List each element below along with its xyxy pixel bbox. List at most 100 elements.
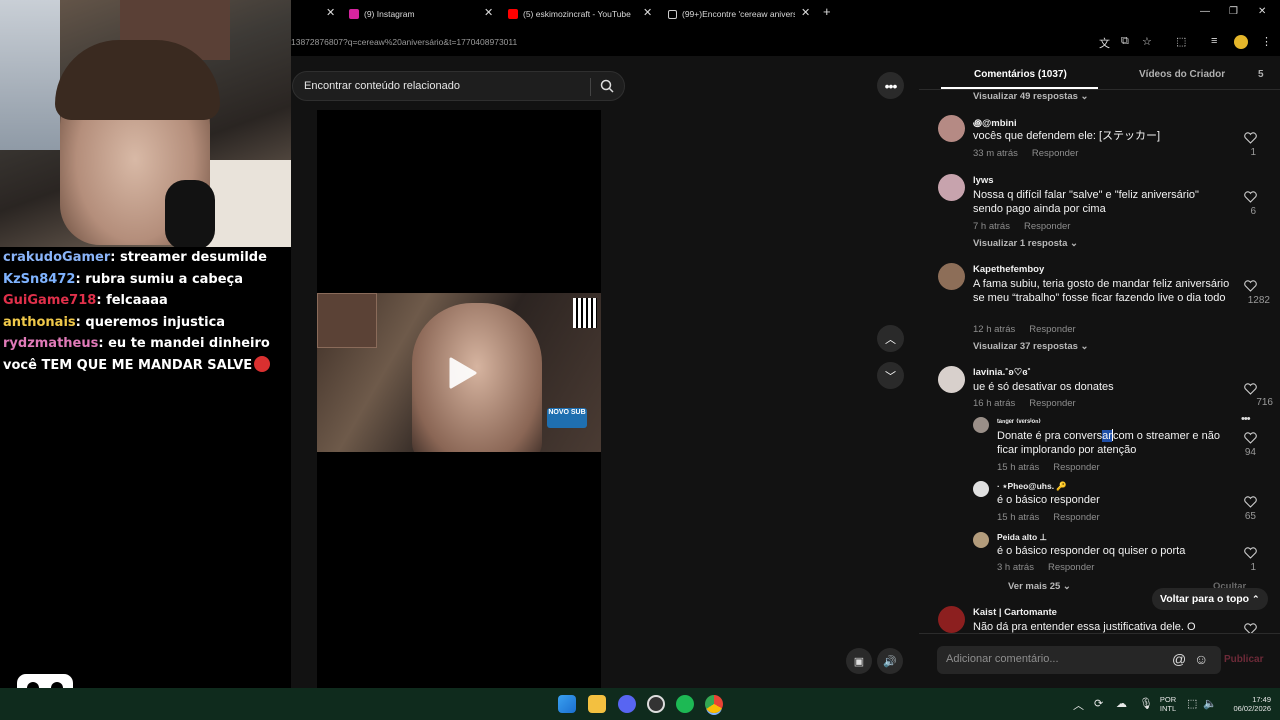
taskbar (0, 688, 1280, 720)
mic-icon[interactable]: 🎙 (1139, 697, 1153, 710)
cast-icon[interactable]: ⧉ (1121, 35, 1129, 48)
reply-button[interactable]: Responder (1053, 512, 1099, 523)
divider (590, 78, 591, 96)
view-replies-link[interactable]: Visualizar 1 resposta ⌄ (973, 238, 1078, 249)
microphone (165, 180, 215, 247)
view-replies-link[interactable]: Visualizar 37 respostas ⌄ (973, 341, 1089, 352)
like-icon[interactable] (1244, 383, 1257, 395)
like-icon[interactable] (1244, 191, 1257, 203)
spotify-icon[interactable] (676, 695, 694, 713)
restore-icon[interactable]: ❐ (1229, 6, 1238, 17)
reply-username[interactable]: · ⋆Pheo@uhs. 🔑 (997, 481, 1067, 492)
tab-close-icon[interactable]: ✕ (484, 6, 493, 19)
minimize-icon[interactable]: — (1200, 6, 1210, 17)
cloud-icon[interactable]: ☁ (1116, 697, 1127, 710)
comment-username[interactable]: ꩜@mbini (973, 116, 1017, 130)
more-options-button[interactable]: ••• (877, 72, 904, 99)
profile-avatar[interactable] (1234, 35, 1248, 49)
app-icon[interactable] (647, 695, 665, 713)
tab-creator-videos[interactable]: Vídeos do Criador (1139, 69, 1225, 80)
like-icon[interactable] (1244, 432, 1257, 444)
more-options-icon[interactable]: ••• (1241, 413, 1251, 425)
url-text[interactable]: 13872876807?q=cereaw%20aniversário&t=177… (291, 37, 517, 47)
search-box[interactable]: Encontrar conteúdo relacionado (292, 71, 625, 101)
next-video-button[interactable]: ﹀ (877, 362, 904, 389)
tab-comments[interactable]: Comentários (1037) (974, 69, 1067, 80)
sync-icon[interactable]: ⟳ (1094, 697, 1103, 710)
comment-username[interactable]: lavinia.˚ʚ♡ɞ˚ (973, 367, 1031, 378)
reply-button[interactable]: Responder (1048, 562, 1094, 573)
volume-tray-icon[interactable]: 🔈 (1203, 697, 1217, 710)
extensions-icon[interactable]: ⬚ (1176, 35, 1186, 48)
discord-icon[interactable] (618, 695, 636, 713)
tab-youtube[interactable]: (5) eskimozincraft - YouTube (508, 5, 638, 23)
tab-instagram[interactable]: (9) Instagram (349, 5, 479, 23)
media-icon[interactable]: ≡ (1211, 35, 1217, 47)
previous-video-button[interactable]: ︿ (877, 325, 904, 352)
like-count: 94 (1244, 447, 1256, 458)
tab-close-icon[interactable]: ✕ (643, 6, 652, 19)
avatar[interactable] (938, 174, 965, 201)
reply-username[interactable]: Peida alto ⊥ (997, 532, 1047, 543)
tab-extra[interactable]: 5 (1258, 69, 1264, 80)
webcam-feed (0, 0, 291, 247)
comment-placeholder[interactable]: Adicionar comentário... (946, 653, 1059, 665)
input-language[interactable]: POR INTL (1154, 695, 1182, 713)
volume-icon[interactable]: 🔊 (877, 648, 903, 674)
tab-close-icon[interactable]: ✕ (326, 6, 335, 19)
menu-kebab-icon[interactable]: ⋮ (1261, 35, 1272, 48)
reply-button[interactable]: Responder (1029, 398, 1075, 409)
like-icon[interactable] (1244, 623, 1257, 633)
avatar[interactable] (973, 532, 989, 548)
search-icon[interactable] (599, 78, 615, 94)
view-more-replies-link[interactable]: Ver mais 25 ⌄ (1008, 581, 1071, 592)
like-count: 65 (1244, 511, 1256, 522)
qr-code (573, 298, 597, 328)
play-icon[interactable] (443, 355, 479, 391)
avatar[interactable] (973, 417, 989, 433)
like-icon[interactable] (1244, 496, 1257, 508)
close-window-icon[interactable]: ✕ (1258, 6, 1266, 17)
reply-button[interactable]: Responder (1053, 462, 1099, 473)
avatar[interactable] (973, 481, 989, 497)
clock[interactable]: 17:49 06/02/2026 (1221, 695, 1271, 713)
back-to-top-button[interactable]: Voltar para o topo ⌃ (1152, 588, 1268, 610)
avatar[interactable] (938, 263, 965, 290)
bookmark-star-icon[interactable]: ☆ (1142, 35, 1152, 48)
tab-tiktok[interactable]: (99+)Encontre 'cereaw aniversá (668, 5, 795, 23)
reply-button[interactable]: Responder (1032, 148, 1078, 159)
like-icon[interactable] (1244, 280, 1257, 292)
network-icon[interactable]: ⬚ (1187, 697, 1197, 710)
arrow-up-icon: ⌃ (1251, 593, 1260, 604)
windows-start-icon[interactable] (558, 695, 576, 713)
file-explorer-icon[interactable] (588, 695, 606, 713)
avatar[interactable] (938, 606, 965, 633)
youtube-icon (508, 9, 518, 19)
like-icon[interactable] (1244, 547, 1257, 559)
chrome-icon[interactable] (705, 695, 723, 713)
pip-icon[interactable]: ▣ (846, 648, 872, 674)
reply-button[interactable]: Responder (1024, 221, 1070, 232)
reply-button[interactable]: Responder (1029, 324, 1075, 335)
view-replies-link[interactable]: Visualizar 49 respostas ⌄ (973, 91, 1089, 102)
chat-message-wrap: você TEM QUE ME MANDAR SALVE (3, 355, 291, 377)
tray-chevron-icon[interactable]: ︿ (1073, 697, 1084, 713)
new-tab-button[interactable]: + (823, 4, 831, 19)
tab-close-icon[interactable]: ✕ (801, 6, 810, 19)
comment-meta: 12 h atrás Responder (973, 324, 1076, 335)
like-count: 6 (1250, 206, 1256, 217)
reply-username[interactable]: ᵗᵃⁿᵍᵉʳ ⁽ᵛᵉʳˢⁱᵒⁿ⁾ (997, 417, 1041, 428)
comment-username[interactable]: Kaist | Cartomante (973, 607, 1057, 618)
publish-button[interactable]: Publicar (1224, 654, 1263, 665)
address-bar[interactable]: 13872876807?q=cereaw%20aniversário&t=177… (291, 29, 1280, 56)
like-icon[interactable] (1244, 132, 1257, 144)
comment-username[interactable]: Kapethefemboy (973, 264, 1044, 275)
translate-icon[interactable]: 文 (1099, 35, 1110, 51)
mention-icon[interactable]: @ (1172, 651, 1186, 667)
comment-username[interactable]: lyws (973, 175, 994, 186)
avatar[interactable] (938, 366, 965, 393)
avatar[interactable] (938, 115, 965, 142)
search-input[interactable]: Encontrar conteúdo relacionado (304, 80, 460, 92)
comment-list[interactable]: Visualizar 49 respostas ⌄ ꩜@mbini vocês … (919, 90, 1280, 633)
emoji-icon[interactable]: ☺ (1194, 651, 1208, 667)
